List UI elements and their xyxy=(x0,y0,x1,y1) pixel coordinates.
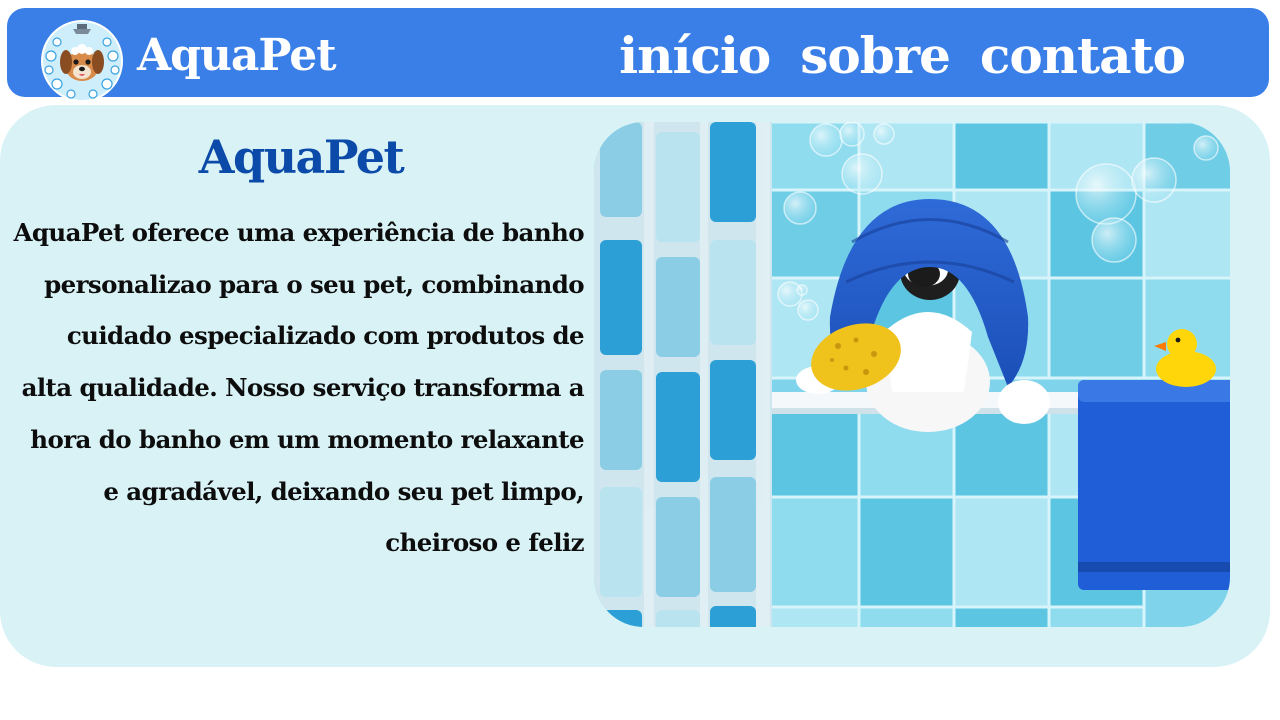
hero-description: AquaPet oferece uma experiência de banho… xyxy=(13,218,584,558)
dog-bath-photo xyxy=(594,122,1230,627)
dog-bath-logo-icon[interactable] xyxy=(37,16,127,106)
hero-title: AquaPet xyxy=(198,130,405,184)
blue-towel xyxy=(1078,380,1230,590)
nav-inicio[interactable]: início xyxy=(619,28,771,84)
main-nav: início sobre contato xyxy=(619,28,1186,84)
hero-section: AquaPet AquaPet oferece uma experiência … xyxy=(0,105,1270,667)
nav-contato[interactable]: contato xyxy=(980,28,1186,84)
brand-name[interactable]: AquaPet xyxy=(137,26,337,86)
nav-sobre[interactable]: sobre xyxy=(800,28,951,84)
shower-curtain xyxy=(594,122,772,627)
site-header: AquaPet início sobre contato xyxy=(7,8,1269,102)
